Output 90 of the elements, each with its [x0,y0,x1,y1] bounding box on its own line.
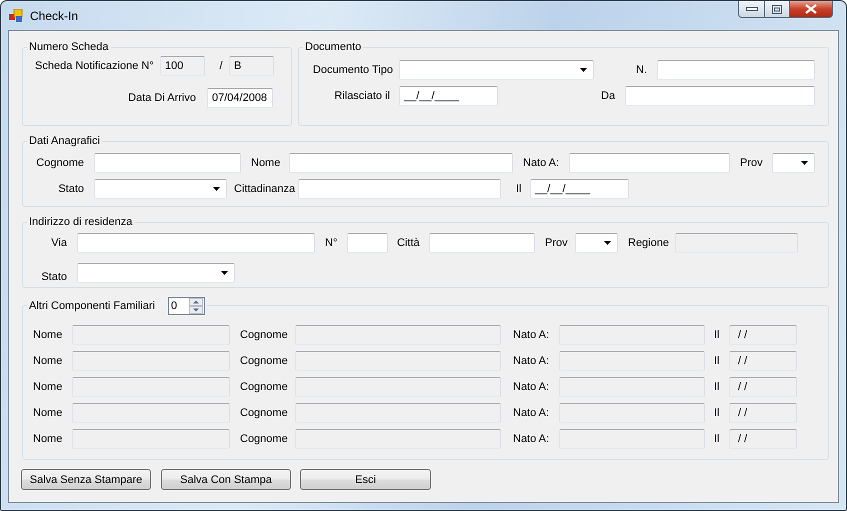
text-field[interactable] [569,153,730,173]
text-field[interactable] [429,233,535,253]
field-label: Nato A: [513,407,550,419]
field-label: Nato A: [513,355,550,367]
field-label: Il [516,183,522,195]
field-label: N. [636,64,648,76]
field-label: Documento Tipo [312,64,393,76]
text-field[interactable] [559,403,705,423]
text-field[interactable] [625,86,815,106]
field-label: Prov [740,157,764,169]
field-label: Data Di Arrivo [127,92,196,104]
field-label: Il [714,355,720,367]
app-icon [9,9,23,22]
field-label: Cognome [240,433,289,445]
field-label: Il [714,329,720,341]
text-field[interactable] [559,325,705,345]
dropdown[interactable] [77,263,235,283]
field-label: Stato [40,271,67,283]
action-button[interactable]: Salva Con Stampa [161,469,291,490]
field-label: Nome [33,407,64,419]
field-label: Il [714,433,720,445]
text-field[interactable] [295,403,501,423]
field-label: Cittadinanza [234,183,296,195]
window-title: Check-In [30,8,78,22]
date-field[interactable]: __/__/____ [530,179,629,199]
group-title: Dati Anagrafici [29,135,100,147]
field-label: Il [714,381,720,393]
field-label: Nome [33,433,64,445]
dropdown[interactable] [575,233,618,253]
field-label: Il [714,407,720,419]
field-label: N° [325,237,338,249]
field-label: Cognome [240,407,289,419]
field-label: Nato A: [523,157,560,169]
group-title: Documento [305,41,362,53]
text-field[interactable] [295,429,501,449]
text-field[interactable] [657,60,815,80]
field-label: Nato A: [513,329,550,341]
text-field[interactable] [295,351,501,371]
close-button[interactable] [790,1,833,18]
field-label: Nome [33,381,64,393]
group-title: Indirizzo di residenza [29,216,132,228]
text-field[interactable] [559,377,705,397]
field-label: Cognome [240,381,289,393]
text-field[interactable] [298,179,501,199]
text-field[interactable] [295,377,501,397]
field-label: Nato A: [513,381,550,393]
text-field[interactable] [77,233,315,253]
field-label: Nome [33,329,64,341]
field-label: Scheda Notificazione N° [35,60,155,72]
dropdown[interactable] [772,153,815,173]
text-field[interactable] [94,153,241,173]
field-label: Regione [628,237,670,249]
text-field[interactable] [289,153,513,173]
group-title: Altri Componenti Familiari [29,298,155,312]
text-field[interactable] [347,233,388,253]
caret-icon [580,68,587,72]
field-label: Prov [545,237,569,249]
spin-box[interactable]: 0 [168,296,205,314]
field-label: Nato A: [513,433,550,445]
action-button[interactable]: Salva Senza Stampare [21,469,151,490]
dropdown[interactable] [94,179,227,199]
field-label: Stato [57,183,84,195]
dropdown[interactable] [399,60,594,80]
action-button[interactable]: Esci [300,469,431,490]
minimize-button[interactable] [738,1,764,18]
caret-icon [604,241,611,245]
field-label: Rilasciato il [333,90,390,102]
minimize-icon [746,6,758,12]
field-label: Cognome [240,329,289,341]
field-label: Da [601,90,616,102]
spinner-arrows-icon [188,298,203,314]
maximize-button[interactable] [764,1,790,18]
date-field[interactable]: 07/04/2008 [207,88,273,108]
field-label: Cognome [35,157,84,169]
caret-icon [213,187,220,191]
field-label: Nome [251,157,282,169]
caret-icon [221,271,228,275]
separator-text: / [218,60,224,72]
close-icon [805,4,817,14]
field-label: Città [397,237,421,249]
date-field[interactable]: __/__/____ [399,86,498,106]
caret-icon [801,161,808,165]
field-label: Nome [33,355,64,367]
group-title: Numero Scheda [29,41,108,53]
text-field[interactable] [559,429,705,449]
field-label: Via [50,237,67,249]
maximize-icon [772,4,782,14]
text-field[interactable] [559,351,705,371]
field-label: Cognome [240,355,289,367]
text-field[interactable] [295,325,501,345]
